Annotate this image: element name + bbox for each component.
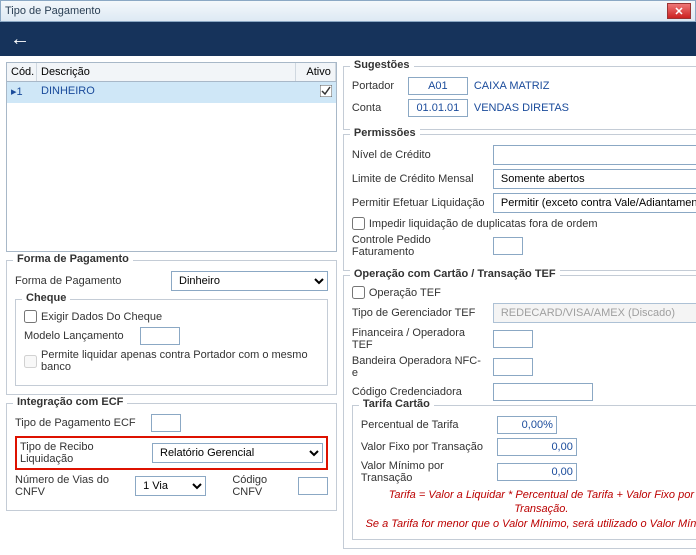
col-desc: Descrição — [37, 63, 296, 81]
tipo-pag-ecf-input[interactable] — [151, 414, 181, 432]
titlebar: Tipo de Pagamento ✕ — [0, 0, 696, 22]
limite-select[interactable]: Somente abertos — [493, 169, 696, 189]
percentual-label: Percentual de Tarifa — [361, 419, 491, 431]
row-ativo — [296, 82, 336, 103]
codigo-cnfv-label: Código CNFV — [232, 474, 292, 498]
permitir-select[interactable]: Permitir (exceto contra Vale/Adiantament… — [493, 193, 696, 213]
operacao-tef-label: Operação TEF — [369, 287, 441, 299]
valor-min-label: Valor Mínimo por Transação — [361, 460, 491, 484]
grid-header: Cód. Descrição Ativo — [7, 63, 336, 82]
tarifa-legend: Tarifa Cartão — [359, 398, 434, 410]
payment-grid[interactable]: Cód. Descrição Ativo ▸1 DINHEIRO — [6, 62, 337, 252]
forma-label: Forma de Pagamento — [15, 275, 165, 287]
forma-select[interactable]: Dinheiro — [171, 271, 328, 291]
portador-desc[interactable]: CAIXA MATRIZ — [474, 80, 550, 92]
cheque-group: Cheque Exigir Dados Do Cheque Modelo Lan… — [15, 299, 328, 386]
sugestoes-legend: Sugestões — [350, 59, 414, 71]
permite-liquidar-checkbox — [24, 355, 37, 368]
grid-row[interactable]: ▸1 DINHEIRO — [7, 82, 336, 103]
tipo-pag-ecf-label: Tipo de Pagamento ECF — [15, 417, 145, 429]
col-cod: Cód. — [7, 63, 37, 81]
permissoes-legend: Permissões — [350, 127, 420, 139]
valor-fixo-label: Valor Fixo por Transação — [361, 441, 491, 453]
codigo-cnfv-input[interactable] — [298, 477, 328, 495]
permite-liquidar-label: Permite liquidar apenas contra Portador … — [41, 349, 319, 373]
sugestoes-group: Sugestões Portador CAIXA MATRIZ Conta VE… — [343, 66, 696, 130]
cartao-legend: Operação com Cartão / Transação TEF — [350, 268, 560, 280]
modelo-label: Modelo Lançamento — [24, 330, 134, 342]
gerenciador-select: REDECARD/VISA/AMEX (Discado) — [493, 303, 696, 323]
tarifa-group: Tarifa Cartão Percentual de Tarifa Valor… — [352, 405, 696, 540]
codigo-cred-input[interactable] — [493, 383, 593, 401]
financeira-input[interactable] — [493, 330, 533, 348]
operacao-tef-checkbox[interactable] — [352, 286, 365, 299]
controle-label: Controle Pedido Faturamento — [352, 234, 487, 258]
limite-label: Limite de Crédito Mensal — [352, 173, 487, 185]
row-desc: DINHEIRO — [37, 82, 296, 103]
nivel-select[interactable] — [493, 145, 696, 165]
valor-fixo-input[interactable] — [497, 438, 577, 456]
tipo-recibo-select[interactable]: Relatório Gerencial — [152, 443, 323, 463]
tipo-recibo-label: Tipo de Recibo Liquidação — [20, 441, 146, 465]
impedir-checkbox[interactable] — [352, 217, 365, 230]
close-button[interactable]: ✕ — [667, 3, 691, 19]
conta-label: Conta — [352, 102, 402, 114]
conta-code[interactable] — [408, 99, 468, 117]
portador-label: Portador — [352, 80, 402, 92]
ecf-legend: Integração com ECF — [13, 396, 127, 408]
financeira-label: Financeira / Operadora TEF — [352, 327, 487, 351]
num-vias-select[interactable]: 1 Via — [135, 476, 206, 496]
cartao-group: Operação com Cartão / Transação TEF Oper… — [343, 275, 696, 549]
highlighted-row: Tipo de Recibo Liquidação Relatório Gere… — [15, 436, 328, 470]
permissoes-group: Permissões Nível de Crédito Limite de Cr… — [343, 134, 696, 271]
navbar: ← — [0, 22, 696, 56]
window-title: Tipo de Pagamento — [5, 5, 667, 17]
num-vias-label: Número de Vias do CNFV — [15, 474, 129, 498]
impedir-label: Impedir liquidação de duplicatas fora de… — [369, 218, 598, 230]
col-ativo: Ativo — [296, 63, 336, 81]
modelo-input[interactable] — [140, 327, 180, 345]
cheque-legend: Cheque — [22, 292, 70, 304]
checkmark-icon — [320, 85, 332, 97]
permitir-label: Permitir Efetuar Liquidação — [352, 197, 487, 209]
percentual-input[interactable] — [497, 416, 557, 434]
ecf-group: Integração com ECF Tipo de Pagamento ECF… — [6, 403, 337, 511]
gerenciador-label: Tipo de Gerenciador TEF — [352, 307, 487, 319]
portador-code[interactable] — [408, 77, 468, 95]
bandeira-input[interactable] — [493, 358, 533, 376]
conta-desc[interactable]: VENDAS DIRETAS — [474, 102, 569, 114]
controle-input[interactable] — [493, 237, 523, 255]
exigir-cheque-label: Exigir Dados Do Cheque — [41, 311, 162, 323]
forma-legend: Forma de Pagamento — [13, 253, 133, 265]
forma-pagamento-group: Forma de Pagamento Forma de Pagamento Di… — [6, 260, 337, 395]
codigo-cred-label: Código Credenciadora — [352, 386, 487, 398]
nivel-label: Nível de Crédito — [352, 149, 487, 161]
valor-min-input[interactable] — [497, 463, 577, 481]
tarifa-note: Tarifa = Valor a Liquidar * Percentual d… — [361, 488, 696, 531]
row-cod: ▸1 — [7, 82, 37, 103]
exigir-cheque-checkbox[interactable] — [24, 310, 37, 323]
bandeira-label: Bandeira Operadora NFC-e — [352, 355, 487, 379]
back-arrow-icon[interactable]: ← — [10, 28, 30, 51]
